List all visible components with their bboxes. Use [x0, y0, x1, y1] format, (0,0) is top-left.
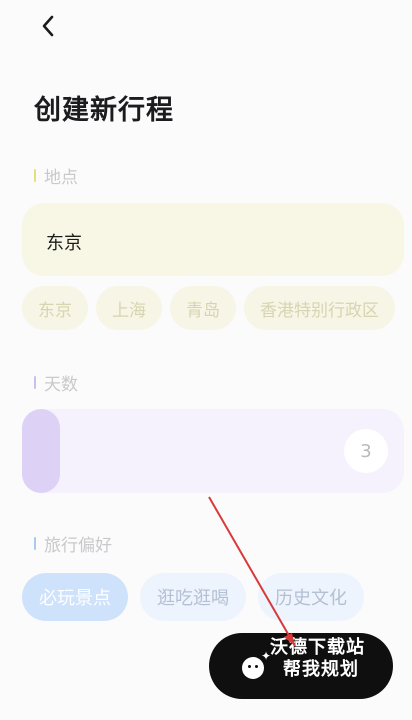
- location-chip-hongkong[interactable]: 香港特别行政区: [244, 286, 395, 330]
- days-label: 天数: [44, 375, 78, 395]
- days-accent-bar: [34, 376, 36, 389]
- location-suggestions: 东京 上海 青岛 香港特别行政区: [22, 286, 395, 330]
- location-label: 地点: [44, 168, 78, 188]
- location-value: 东京: [46, 233, 82, 254]
- days-section-label: 天数: [34, 370, 78, 395]
- preference-options: 必玩景点 逛吃逛喝 历史文化: [22, 573, 364, 621]
- days-slider[interactable]: 3: [22, 409, 404, 493]
- location-accent-bar: [34, 169, 36, 182]
- page-title: 创建新行程: [34, 95, 174, 126]
- chevron-left-icon: [42, 15, 54, 37]
- preference-chip-food[interactable]: 逛吃逛喝: [140, 573, 246, 621]
- watermark-text: 沃德下载站: [270, 637, 365, 658]
- preferences-label: 旅行偏好: [44, 536, 112, 556]
- days-slider-handle[interactable]: [22, 409, 60, 493]
- location-section-label: 地点: [34, 163, 78, 188]
- location-chip-shanghai[interactable]: 上海: [96, 286, 162, 330]
- preferences-section-label: 旅行偏好: [34, 531, 112, 556]
- location-input[interactable]: 东京: [22, 203, 404, 276]
- days-value-badge: 3: [344, 429, 388, 473]
- back-button[interactable]: [36, 12, 60, 40]
- location-chip-qingdao[interactable]: 青岛: [170, 286, 236, 330]
- preferences-accent-bar: [34, 537, 36, 550]
- preference-chip-history[interactable]: 历史文化: [258, 573, 364, 621]
- location-chip-tokyo[interactable]: 东京: [22, 286, 88, 330]
- preference-chip-must-see[interactable]: 必玩景点: [22, 573, 128, 621]
